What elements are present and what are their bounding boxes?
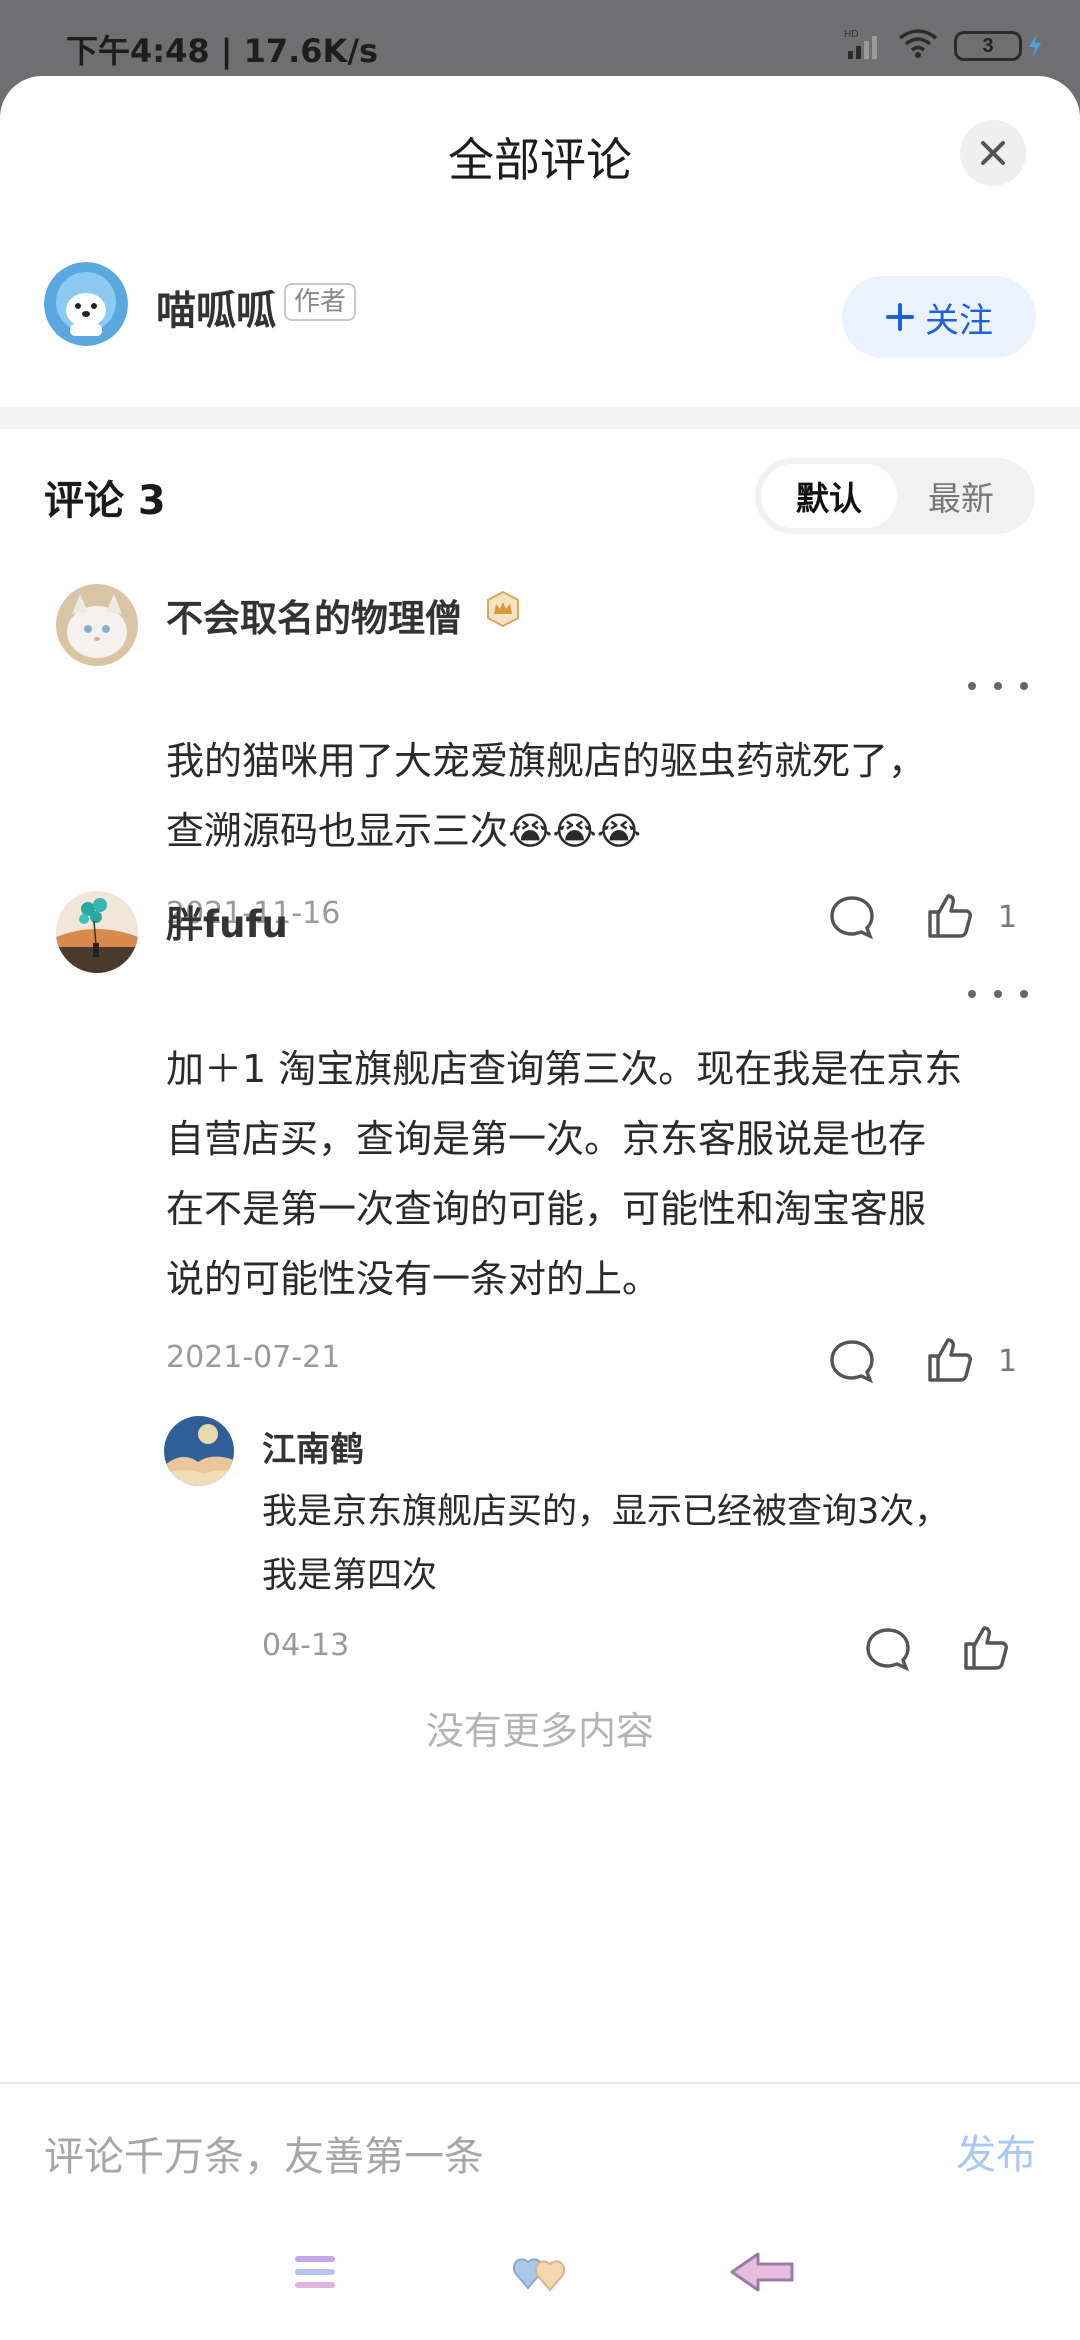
comment-text-line: 我的猫咪用了大宠爱旗舰店的驱虫药就死了， bbox=[166, 739, 927, 783]
comments-count: 评论 3 bbox=[44, 478, 166, 524]
like-count: 1 bbox=[998, 900, 1018, 935]
svg-text:HD: HD bbox=[844, 29, 858, 40]
like-icon[interactable] bbox=[962, 1624, 1010, 1672]
comment-username[interactable]: 不会取名的物理僧 bbox=[166, 588, 462, 642]
follow-label: 关注 bbox=[925, 300, 993, 341]
sort-latest-tab[interactable]: 最新 bbox=[893, 464, 1029, 528]
back-icon bbox=[730, 2252, 794, 2292]
comment-text-line: 说的可能性没有一条对的上。 bbox=[166, 1257, 661, 1301]
close-button[interactable] bbox=[960, 120, 1026, 186]
author-avatar[interactable] bbox=[44, 262, 128, 346]
battery-level: 3 bbox=[954, 31, 1022, 61]
nav-home-button[interactable] bbox=[505, 2242, 575, 2302]
reply-avatar[interactable] bbox=[164, 1416, 234, 1486]
menu-icon bbox=[295, 2256, 335, 2288]
status-icons: HD 3 bbox=[842, 26, 1042, 66]
comment-username[interactable]: 胖fufu bbox=[166, 894, 288, 948]
charging-icon bbox=[1029, 34, 1041, 58]
navigation-bar bbox=[0, 2212, 1080, 2340]
battery-icon: 3 bbox=[954, 31, 1042, 61]
comment-text-line: 查溯源码也显示三次😭😭😭 bbox=[166, 809, 642, 853]
signal-icon: HD bbox=[842, 27, 882, 65]
sort-default-tab[interactable]: 默认 bbox=[761, 464, 897, 528]
like-icon[interactable] bbox=[926, 1336, 974, 1384]
wifi-icon bbox=[898, 28, 938, 64]
comment-avatar[interactable] bbox=[56, 891, 138, 973]
author-name[interactable]: 喵呱呱 bbox=[156, 278, 276, 336]
more-button[interactable] bbox=[968, 984, 1028, 1004]
status-time: 下午4:48 | 17.6K/s bbox=[66, 32, 379, 70]
hearts-icon bbox=[512, 2258, 566, 2292]
comment-text-line: 自营店买，查询是第一次。京东客服说是也存 bbox=[166, 1117, 927, 1161]
status-bar: 下午4:48 | 17.6K/s HD 3 bbox=[0, 0, 1080, 80]
plus-icon bbox=[886, 303, 914, 331]
comment-icon[interactable] bbox=[828, 1338, 876, 1386]
sheet-title: 全部评论 bbox=[448, 133, 632, 187]
publish-button[interactable]: 发布 bbox=[956, 2122, 1036, 2180]
comment-icon[interactable] bbox=[864, 1626, 912, 1674]
nav-back-button[interactable] bbox=[728, 2242, 798, 2302]
reply-username[interactable]: 江南鹤 bbox=[262, 1422, 364, 1471]
comment-input[interactable]: 评论千万条，友善第一条 bbox=[44, 2124, 484, 2182]
crown-badge-icon bbox=[487, 590, 519, 628]
follow-button[interactable]: 关注 bbox=[842, 276, 1036, 358]
reply-text-line: 我是京东旗舰店买的，显示已经被查询3次， bbox=[262, 1492, 950, 1532]
comment-input-bar: 评论千万条，友善第一条 发布 bbox=[0, 2082, 1080, 2214]
comment-text-line: 加＋1 淘宝旗舰店查询第三次。现在我是在京东 bbox=[166, 1047, 963, 1091]
comment-icon[interactable] bbox=[828, 894, 876, 942]
close-icon bbox=[981, 141, 1005, 165]
comment-text-line: 在不是第一次查询的可能，可能性和淘宝客服 bbox=[166, 1187, 927, 1231]
like-icon[interactable] bbox=[926, 892, 974, 940]
comment-avatar[interactable] bbox=[56, 584, 138, 666]
sort-switch: 默认 最新 bbox=[755, 458, 1035, 534]
section-divider bbox=[0, 407, 1080, 429]
nav-menu-button[interactable] bbox=[280, 2242, 350, 2302]
like-count: 1 bbox=[998, 1344, 1018, 1379]
reply-date: 04-13 bbox=[262, 1628, 350, 1663]
comments-sheet: 全部评论 喵呱呱 作者 关注 评论 3 默认 最新 不会取名的物理僧 我的猫咪用… bbox=[0, 76, 1080, 2340]
author-badge: 作者 bbox=[284, 283, 357, 321]
reply-text-line: 我是第四次 bbox=[262, 1556, 438, 1596]
comment-date: 2021-07-21 bbox=[166, 1340, 341, 1375]
more-button[interactable] bbox=[968, 676, 1028, 696]
no-more-content: 没有更多内容 bbox=[425, 1709, 654, 1753]
